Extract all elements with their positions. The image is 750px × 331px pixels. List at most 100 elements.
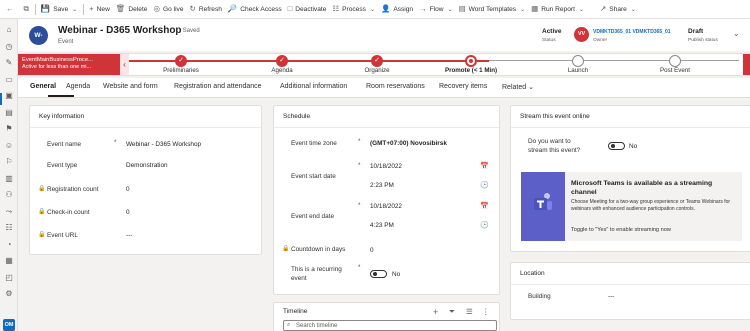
sponsors-icon[interactable]: ⚐: [4, 157, 14, 167]
tracks-icon[interactable]: ⚑: [4, 124, 14, 134]
process-name: EventMainBusinessProce...: [22, 57, 93, 63]
add-icon[interactable]: +: [433, 308, 438, 317]
more-options-icon[interactable]: ⋮: [482, 308, 490, 316]
process-button[interactable]: ☷ Process ⌄: [332, 5, 375, 13]
recurring-toggle[interactable]: [370, 270, 387, 278]
time-zone-field[interactable]: (GMT+07:00) Novosibirsk: [370, 140, 447, 147]
process-duration: Active for less than one mi...: [22, 64, 92, 70]
list-icon[interactable]: ☰: [466, 308, 473, 316]
stage-label[interactable]: Preliminaries: [163, 67, 199, 74]
process-flag[interactable]: EventMainBusinessProce... Active for les…: [18, 54, 120, 75]
registration-count-field: 0: [126, 186, 130, 193]
stage-todo-marker[interactable]: [572, 55, 584, 67]
tab-additional-information[interactable]: Additional information: [280, 83, 347, 90]
back-arrow-icon: ←: [6, 4, 14, 14]
popout-button[interactable]: ⧉: [24, 5, 29, 13]
event-type-field[interactable]: Demonstration: [126, 162, 168, 169]
recurring-toggle-value: No: [392, 271, 401, 278]
stream-toggle[interactable]: [608, 142, 625, 150]
end-date-field[interactable]: 10/18/2022: [370, 203, 402, 210]
search-placeholder: Search timeline: [296, 323, 338, 329]
calendar-icon[interactable]: 📅: [480, 202, 489, 210]
go-live-button[interactable]: ◎ Go live: [153, 5, 183, 13]
stage-label[interactable]: Promote (< 1 Min): [445, 67, 497, 74]
recent-icon[interactable]: ◷: [4, 42, 14, 52]
stage-done-marker[interactable]: ✓: [175, 55, 187, 67]
stage-label[interactable]: Agenda: [271, 67, 292, 74]
attendees-icon[interactable]: ⚇: [4, 190, 14, 200]
forms-icon[interactable]: ☷: [4, 223, 14, 233]
stage-done-marker[interactable]: ✓: [276, 55, 288, 67]
pinned-icon[interactable]: ✎: [4, 58, 14, 68]
section-title: Key information: [39, 113, 85, 120]
clock-icon[interactable]: 🕒: [480, 221, 489, 229]
tab-website-and-form[interactable]: Website and form: [103, 83, 158, 90]
owner-link[interactable]: VDMKTD365_01 VDMKTD365_01: [593, 29, 671, 35]
event-name-field[interactable]: Webinar - D365 Workshop: [126, 141, 201, 148]
toolbar-divider: [34, 3, 36, 15]
events-icon[interactable]: ▭: [4, 75, 14, 85]
speakers-icon[interactable]: ☺: [4, 141, 14, 151]
toolbar-label: Refresh: [198, 5, 222, 13]
tab-agenda[interactable]: Agenda: [66, 83, 90, 90]
calendar-icon[interactable]: 📅: [480, 162, 489, 170]
stage-todo-marker[interactable]: [669, 55, 681, 67]
tab-recovery-items[interactable]: Recovery items: [439, 83, 487, 90]
calendar-icon[interactable]: ▣: [4, 91, 14, 101]
business-process-flow: EventMainBusinessProce... Active for les…: [18, 53, 750, 76]
tab-general[interactable]: General: [30, 83, 56, 90]
journeys-icon[interactable]: ⤳: [4, 207, 14, 217]
section-divider: [30, 127, 261, 128]
check-access-button[interactable]: 🔎 Check Access: [228, 5, 282, 13]
section-divider: [511, 127, 750, 128]
tab-related[interactable]: Related ⌄: [502, 83, 534, 91]
run-report-button[interactable]: ▦ Run Report ⌄: [531, 5, 584, 13]
refresh-button[interactable]: ↻ Refresh: [190, 5, 222, 13]
tab-registration-and-attendance[interactable]: Registration and attendance: [174, 83, 262, 90]
building-field[interactable]: ---: [608, 293, 614, 300]
area-switcher-badge[interactable]: OM: [3, 319, 15, 331]
event-url-field[interactable]: ---: [126, 232, 132, 239]
chevron-right-button[interactable]: [743, 54, 750, 75]
new-button[interactable]: + New: [89, 5, 110, 13]
timeline-search-input[interactable]: ⌕ Search timeline: [283, 320, 497, 331]
assign-icon: 👤: [380, 4, 391, 14]
chevron-left-icon[interactable]: ‹: [120, 54, 129, 75]
back-button[interactable]: ←: [6, 5, 14, 13]
save-button[interactable]: 💾 Save ⌄: [41, 5, 77, 13]
checkin-count-label: Check-in count: [47, 209, 90, 216]
deactivate-button[interactable]: □ Deactivate: [288, 5, 327, 13]
home-icon[interactable]: ⌂: [4, 25, 14, 35]
stage-active-marker[interactable]: [465, 55, 477, 67]
tab-room-reservations[interactable]: Room reservations: [366, 83, 425, 90]
clock-icon[interactable]: 🕒: [480, 181, 489, 189]
segments-icon[interactable]: ◔: [4, 240, 14, 250]
flow-button[interactable]: → Flow ⌄: [419, 5, 452, 13]
rooms-icon[interactable]: ◰: [4, 273, 14, 283]
owner-label: Owner: [593, 38, 608, 43]
start-date-field[interactable]: 10/18/2022: [370, 163, 402, 170]
word-templates-button[interactable]: ▤ Word Templates ⌄: [459, 5, 526, 13]
event-name-label: Event name: [47, 141, 82, 148]
filter-icon[interactable]: ⏷: [449, 308, 455, 316]
share-button[interactable]: ↗ Share ⌄: [600, 5, 636, 13]
start-date-label: Event start date: [291, 173, 336, 180]
sessions-icon[interactable]: ▤: [4, 108, 14, 118]
assign-button[interactable]: 👤 Assign: [381, 5, 413, 13]
teams-banner-note: Toggle to "Yes" to enable streaming now: [571, 227, 671, 233]
stage-label[interactable]: Post Event: [660, 67, 690, 74]
delete-button[interactable]: 🗑 Delete: [116, 5, 148, 13]
end-time-field[interactable]: 4:23 PM: [370, 222, 394, 229]
venues-icon[interactable]: ▦: [4, 256, 14, 266]
chevron-down-icon[interactable]: ⌄: [733, 29, 740, 38]
delete-icon: 🗑: [115, 4, 126, 14]
settings-icon[interactable]: ⚙: [4, 289, 14, 299]
section-title: Stream this event online: [520, 113, 590, 120]
registrations-icon[interactable]: ▥: [4, 174, 14, 184]
section-title: Schedule: [283, 113, 311, 120]
stage-done-marker[interactable]: ✓: [371, 55, 383, 67]
stage-label[interactable]: Launch: [568, 67, 588, 74]
stage-label[interactable]: Organize: [364, 67, 389, 74]
start-time-field[interactable]: 2:23 PM: [370, 182, 394, 189]
go-live-icon: ◎: [153, 4, 160, 14]
